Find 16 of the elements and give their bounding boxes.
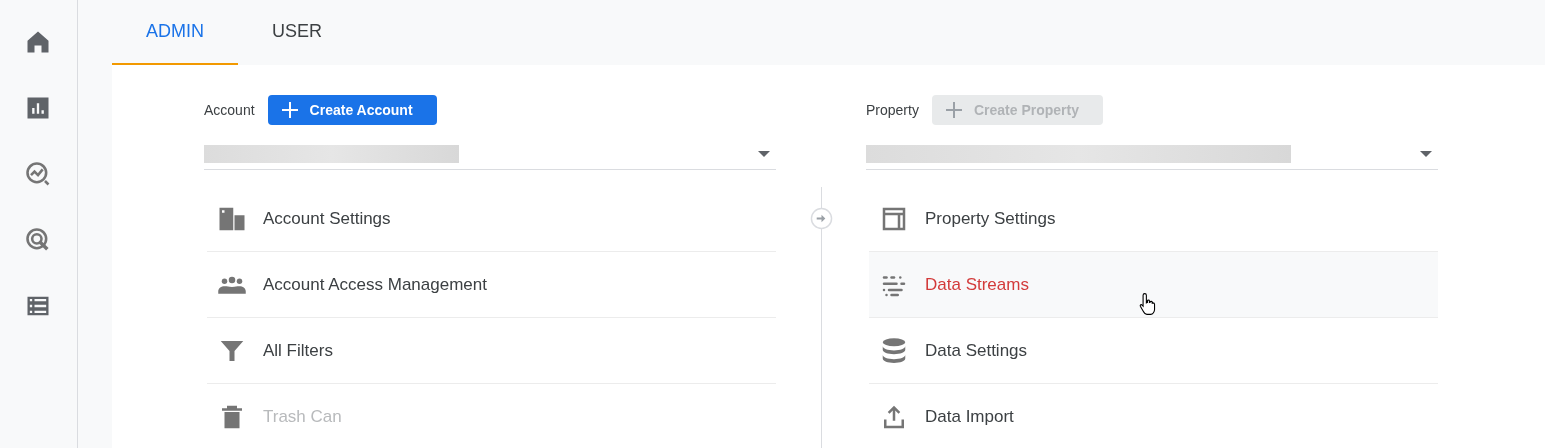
column-label: Account [204, 100, 255, 120]
tab[interactable]: USER [238, 0, 356, 65]
menu-item[interactable]: Account Access Management [207, 252, 776, 318]
chart-search-icon[interactable] [24, 160, 52, 188]
menu-item[interactable]: Account Settings [207, 186, 776, 252]
dropdown-arrow-icon [1420, 151, 1432, 157]
plus-icon [279, 100, 300, 120]
dropdown-arrow-icon [758, 151, 770, 157]
menu-item[interactable]: Data Settings [869, 318, 1438, 384]
create-button[interactable]: Create Account [267, 95, 437, 125]
menu-item[interactable]: All Filters [207, 318, 776, 384]
menu-item[interactable]: Data Import [869, 384, 1438, 448]
column-label: Property [866, 100, 919, 120]
menu-item[interactable]: Data Streams [869, 252, 1438, 318]
hand-cursor-icon [1139, 292, 1157, 316]
plus-icon [943, 100, 964, 120]
